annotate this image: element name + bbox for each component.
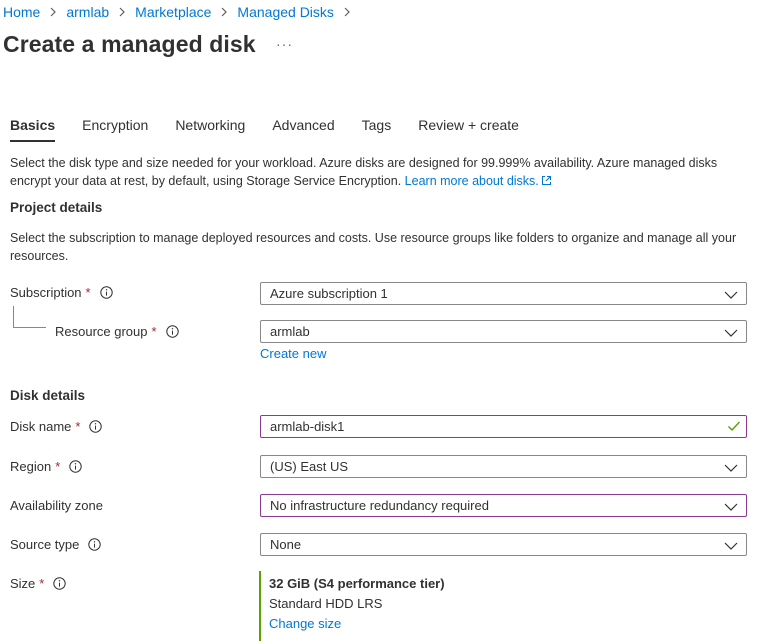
size-summary: 32 GiB (S4 performance tier) Standard HD… [259,571,445,641]
info-icon[interactable] [88,538,102,551]
subscription-label: Subscription * [10,285,113,300]
region-label-text: Region [10,459,52,474]
source-type-label: Source type [10,537,102,552]
required-mark: * [75,419,81,434]
page-title: Create a managed disk [3,31,256,57]
required-mark: * [39,576,45,591]
info-icon[interactable] [53,577,67,590]
disk-name-label: Disk name * [10,419,103,434]
breadcrumb-managed-disks[interactable]: Managed Disks [237,4,334,20]
availability-zone-dropdown[interactable]: No infrastructure redundancy required [260,494,747,517]
breadcrumb-home[interactable]: Home [3,4,40,20]
tab-review-create[interactable]: Review + create [418,117,519,142]
resource-group-dropdown[interactable]: armlab [260,320,747,343]
size-label-text: Size [10,576,36,591]
resource-group-label-text: Resource group [55,324,148,339]
tree-connector [13,306,46,328]
required-mark: * [85,285,91,300]
size-label: Size * [10,576,67,591]
region-label: Region * [10,459,82,474]
chevron-down-icon [724,288,738,303]
create-new-link[interactable]: Create new [260,346,326,361]
breadcrumb-armlab[interactable]: armlab [66,4,109,20]
disk-name-value: armlab-disk1 [270,419,345,434]
region-value: (US) East US [270,459,349,474]
project-details-heading: Project details [10,200,103,215]
required-mark: * [55,459,61,474]
resource-group-value: armlab [270,324,310,339]
required-mark: * [151,324,157,339]
chevron-down-icon [724,326,738,341]
disk-name-label-text: Disk name [10,419,72,434]
checkmark-icon [727,420,741,435]
chevron-right-icon [343,7,351,17]
learn-more-link[interactable]: Learn more about disks. [405,174,539,188]
info-icon[interactable] [165,325,179,338]
source-type-value: None [270,537,302,552]
size-title: 32 GiB (S4 performance tier) [269,576,445,591]
chevron-down-icon [724,461,738,476]
chevron-right-icon [49,7,57,17]
availability-zone-label-text: Availability zone [10,498,103,513]
source-type-label-text: Source type [10,537,80,552]
info-icon[interactable] [69,460,82,473]
subscription-dropdown[interactable]: Azure subscription 1 [260,282,747,305]
tab-encryption[interactable]: Encryption [82,117,148,142]
intro-paragraph: Select the disk type and size needed for… [10,154,750,191]
chevron-down-icon [724,539,738,554]
tab-advanced[interactable]: Advanced [272,117,334,142]
info-icon[interactable] [89,420,103,433]
more-options-icon[interactable]: ··· [276,36,293,52]
resource-group-label: Resource group * [55,324,179,339]
size-sku: Standard HDD LRS [269,596,383,611]
project-description: Select the subscription to manage deploy… [10,231,737,263]
tab-networking[interactable]: Networking [175,117,245,142]
subscription-label-text: Subscription [10,285,82,300]
external-link-icon[interactable] [541,173,552,191]
info-icon[interactable] [99,286,113,299]
region-dropdown[interactable]: (US) East US [260,455,747,478]
chevron-right-icon [118,7,126,17]
breadcrumb-marketplace[interactable]: Marketplace [135,4,211,20]
chevron-down-icon [724,500,738,515]
tab-bar: Basics Encryption Networking Advanced Ta… [10,117,546,142]
change-size-link[interactable]: Change size [269,616,445,631]
availability-zone-label: Availability zone [10,498,103,513]
breadcrumb: Home armlab Marketplace Managed Disks [3,4,360,20]
subscription-value: Azure subscription 1 [270,286,388,301]
disk-name-input[interactable]: armlab-disk1 [260,415,747,438]
source-type-dropdown[interactable]: None [260,533,747,556]
availability-zone-value: No infrastructure redundancy required [270,498,489,513]
intro-text: Select the disk type and size needed for… [10,156,718,188]
chevron-right-icon [220,7,228,17]
disk-details-heading: Disk details [10,388,86,403]
tab-basics[interactable]: Basics [10,117,56,142]
tab-tags[interactable]: Tags [362,117,392,142]
